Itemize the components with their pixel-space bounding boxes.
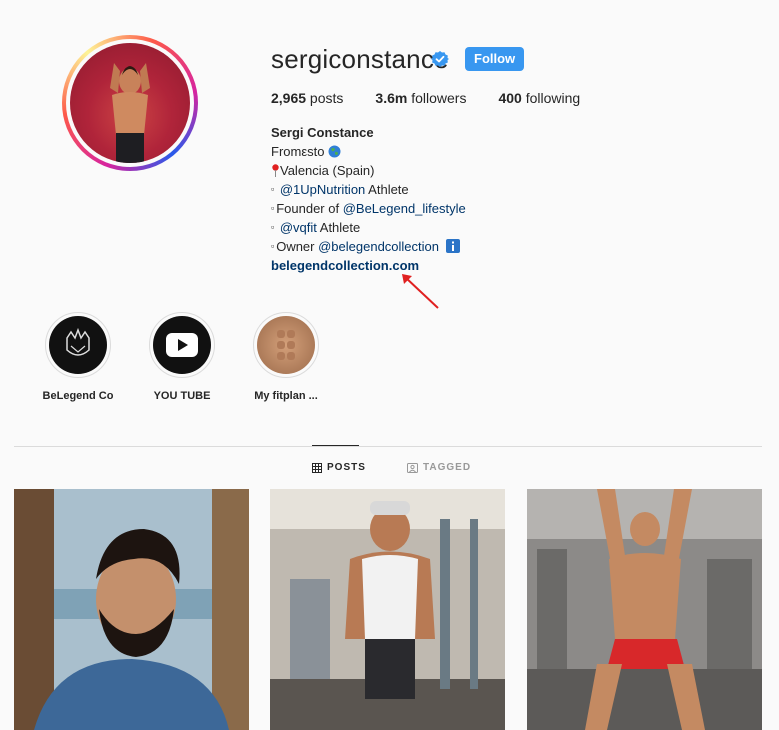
post-thumbnail[interactable]: [14, 489, 249, 730]
bio-line-founder: ▫ Founder of @BeLegend_lifestyle: [271, 199, 466, 218]
bio-location-text: Valencia (Spain): [280, 163, 375, 178]
bio-line-nutrition: ▫ @1UpNutrition Athlete: [271, 180, 466, 199]
highlight-label: YOU TUBE: [153, 390, 211, 402]
tab-tagged-label: TAGGED: [423, 462, 472, 473]
highlight-belegend[interactable]: BeLegend Co: [33, 312, 123, 402]
profile-bio: Sergi Constance Fromεsto Valencia (Spain…: [271, 123, 466, 275]
bio-line-vqfit: ▫ @vqfit Athlete: [271, 218, 466, 237]
highlight-label: My fitplan ...: [254, 390, 318, 402]
follow-button[interactable]: Follow: [465, 47, 525, 71]
post-thumbnail[interactable]: [270, 489, 505, 730]
highlight-ring: [253, 312, 319, 378]
bio-line3-suffix: Athlete: [365, 182, 409, 197]
tab-posts-label: POSTS: [327, 462, 366, 473]
mention-1upnutrition[interactable]: @1UpNutrition: [280, 182, 365, 197]
avatar-border: [66, 39, 194, 167]
bullet-icon: ▫: [271, 241, 275, 251]
full-name: Sergi Constance: [271, 125, 374, 140]
mention-belegendcollection[interactable]: @belegendcollection: [318, 239, 439, 254]
followers-stat[interactable]: 3.6m followers: [375, 90, 466, 106]
bio-line6-prefix: Owner: [276, 239, 319, 254]
following-count: 400: [498, 90, 522, 106]
highlight-cover: [257, 316, 315, 374]
abs-photo-icon: [277, 330, 295, 360]
pin-icon: [272, 164, 279, 177]
post-photo-selfie: [14, 489, 249, 730]
following-label: following: [521, 90, 581, 106]
followers-count: 3.6m: [375, 90, 408, 106]
highlight-youtube[interactable]: YOU TUBE: [137, 312, 227, 402]
annotation-arrow-icon: [402, 274, 439, 309]
highlight-label: BeLegend Co: [42, 390, 114, 402]
highlight-ring: [45, 312, 111, 378]
mention-belegend-lifestyle[interactable]: @BeLegend_lifestyle: [343, 201, 466, 216]
posts-label: posts: [306, 90, 344, 106]
tag-person-icon: [407, 462, 418, 473]
profile-stats: 2,965 posts 3.6m followers 400 following: [271, 90, 612, 106]
bio-from-text: Fromεsto: [271, 144, 325, 159]
active-tab-indicator: [312, 445, 359, 446]
grid-icon: [312, 462, 322, 473]
tabs-divider: [14, 446, 762, 447]
post-photo-pullup: [527, 489, 762, 730]
avatar-photo: [70, 43, 190, 163]
highlight-cover: [153, 316, 211, 374]
mention-vqfit[interactable]: @vqfit: [280, 220, 317, 235]
following-stat[interactable]: 400 following: [498, 90, 580, 106]
info-icon: [445, 239, 460, 253]
bullet-icon: ▫: [271, 222, 275, 232]
bullet-icon: ▫: [271, 203, 275, 213]
verified-badge-icon: [431, 51, 449, 67]
followers-label: followers: [407, 90, 467, 106]
profile-avatar[interactable]: [62, 35, 198, 171]
posts-count: 2,965: [271, 90, 307, 106]
post-photo-gym: [270, 489, 505, 730]
globe-icon: [328, 145, 341, 158]
youtube-play-icon: [166, 333, 198, 357]
posts-stat: 2,965 posts: [271, 90, 343, 106]
tab-posts[interactable]: POSTS: [312, 462, 366, 473]
crown-shield-icon: [66, 327, 90, 356]
bio-line-owner: ▫ Owner @belegendcollection: [271, 237, 466, 256]
tab-tagged[interactable]: TAGGED: [407, 462, 471, 473]
avatar-figure-icon: [110, 63, 150, 163]
bio-line-from: Fromεsto: [271, 142, 466, 161]
bio-line5-suffix: Athlete: [316, 220, 361, 235]
highlight-fitplan[interactable]: My fitplan ...: [241, 312, 331, 402]
bullet-icon: ▫: [271, 184, 275, 194]
username-heading: sergiconstance: [271, 44, 449, 74]
highlight-ring: [149, 312, 215, 378]
highlight-cover: [49, 316, 107, 374]
post-thumbnail[interactable]: [527, 489, 762, 730]
bio-line4-prefix: Founder of: [276, 201, 343, 216]
bio-line-location: Valencia (Spain): [271, 161, 466, 180]
